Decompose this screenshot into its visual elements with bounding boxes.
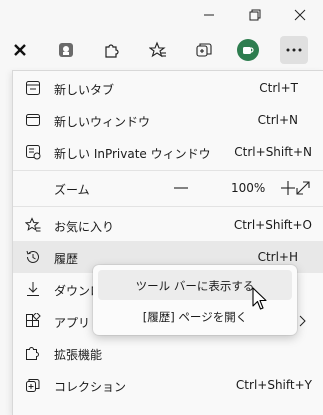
favorites-icon bbox=[25, 217, 41, 232]
favorites-star-icon bbox=[149, 41, 166, 58]
chevron-right-icon bbox=[299, 315, 306, 327]
extension-x-button[interactable] bbox=[6, 36, 34, 64]
menu-divider bbox=[13, 206, 323, 207]
menu-item-label: 新しいウィンドウ bbox=[54, 115, 151, 129]
apps-icon bbox=[26, 313, 41, 327]
shortcut-text: Ctrl+N bbox=[257, 113, 298, 127]
x-extension-icon bbox=[14, 44, 26, 56]
minimize-icon bbox=[204, 14, 214, 16]
shortcut-text: Ctrl+H bbox=[257, 250, 298, 264]
download-icon bbox=[27, 282, 39, 296]
shortcut-text: Ctrl+Shift+Y bbox=[235, 378, 312, 392]
more-dots-icon bbox=[286, 48, 302, 52]
new-tab-icon bbox=[26, 81, 40, 95]
settings-more-button[interactable] bbox=[280, 36, 308, 64]
menu-item-label: 拡張機能 bbox=[54, 348, 103, 362]
menu-item-label: 新しいタブ bbox=[54, 83, 115, 97]
close-button[interactable] bbox=[277, 0, 323, 30]
menu-item-label: アプリ bbox=[54, 316, 91, 330]
menu-item-zoom: ズーム 100% bbox=[13, 172, 323, 204]
minimize-button[interactable] bbox=[186, 0, 232, 30]
collections-icon bbox=[196, 43, 212, 57]
settings-menu: 新しいタブ Ctrl+T 新しいウィンドウ Ctrl+N 新しい InPriva… bbox=[12, 70, 323, 415]
shortcut-text: Ctrl+Shift+N bbox=[234, 145, 312, 159]
history-icon bbox=[26, 250, 39, 263]
inprivate-window-icon bbox=[26, 145, 41, 160]
menu-item-label: お気に入り bbox=[54, 220, 115, 234]
shortcut-text: Ctrl+T bbox=[259, 81, 298, 95]
extensions-puzzle-icon bbox=[26, 347, 39, 360]
menu-item-label: 履歴 bbox=[54, 252, 79, 266]
favorites-button[interactable] bbox=[144, 36, 172, 64]
menu-item-new-window[interactable]: 新しいウィンドウ Ctrl+N bbox=[13, 104, 323, 136]
menu-item-extensions[interactable]: 拡張機能 bbox=[13, 337, 323, 369]
close-icon bbox=[294, 9, 306, 21]
profile-avatar-icon bbox=[237, 39, 259, 61]
menu-item-collections[interactable]: コレクション Ctrl+Shift+Y bbox=[13, 369, 323, 401]
extensions-button[interactable] bbox=[98, 36, 126, 64]
title-bar bbox=[0, 0, 323, 30]
minus-icon bbox=[174, 187, 188, 189]
profile-button[interactable] bbox=[234, 36, 262, 64]
menu-item-new-tab[interactable]: 新しいタブ Ctrl+T bbox=[13, 72, 323, 104]
collections-menu-icon bbox=[26, 379, 40, 392]
menu-item-favorites[interactable]: お気に入り Ctrl+Shift+O bbox=[13, 209, 323, 241]
puzzle-icon bbox=[105, 44, 119, 58]
fullscreen-button[interactable] bbox=[291, 176, 315, 200]
collections-button[interactable] bbox=[190, 36, 218, 64]
shortcut-text: Ctrl+Shift+O bbox=[233, 218, 312, 232]
browser-toolbar bbox=[0, 30, 323, 70]
restore-button[interactable] bbox=[232, 0, 278, 30]
zoom-out-button[interactable] bbox=[169, 176, 193, 200]
menu-divider bbox=[13, 170, 323, 171]
zoom-value: 100% bbox=[231, 181, 266, 195]
extension-button[interactable] bbox=[52, 36, 80, 64]
mouse-cursor-icon bbox=[252, 287, 267, 310]
app-extension-icon bbox=[59, 43, 73, 57]
restore-icon bbox=[249, 9, 261, 21]
menu-item-new-inprivate[interactable]: 新しい InPrivate ウィンドウ Ctrl+Shift+N bbox=[13, 136, 323, 168]
menu-item-label: 新しい InPrivate ウィンドウ bbox=[54, 147, 211, 161]
menu-item-label: コレクション bbox=[54, 380, 127, 394]
fullscreen-icon bbox=[296, 181, 310, 195]
new-window-icon bbox=[26, 114, 40, 126]
zoom-label: ズーム bbox=[54, 183, 90, 197]
